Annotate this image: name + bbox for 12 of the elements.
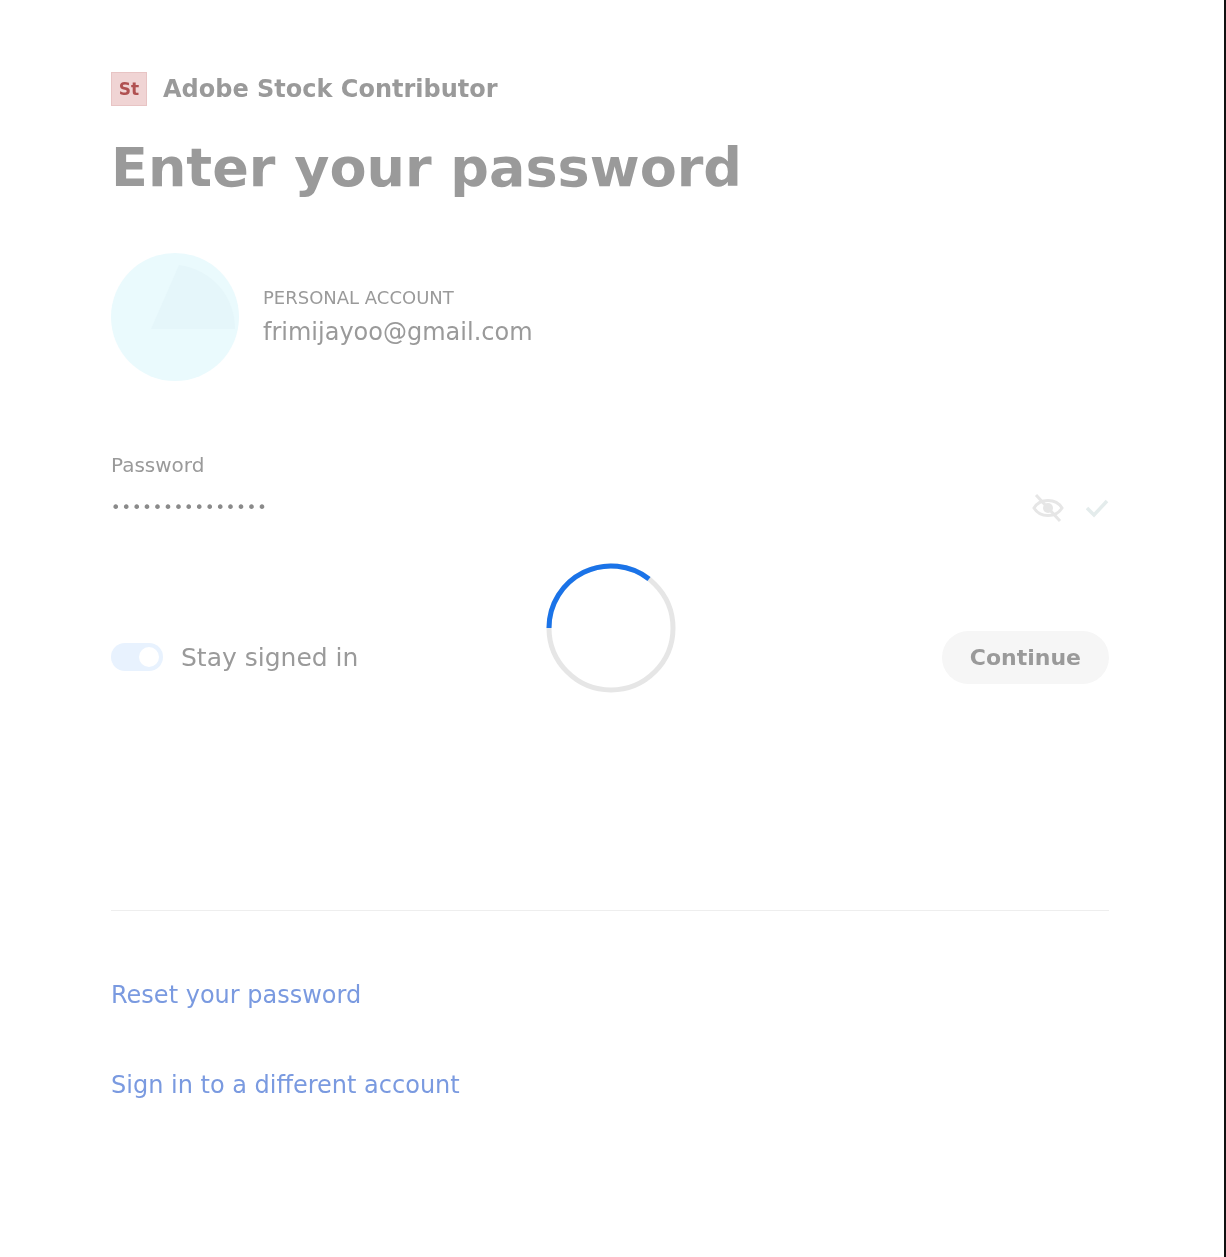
toggle-label: Stay signed in (181, 642, 359, 672)
link[interactable]: Reset your password (111, 980, 362, 1009)
continue-button[interactable]: Continue (941, 630, 1109, 684)
app-logo: St (111, 72, 147, 106)
app-name: Adobe Stock Contributor (163, 75, 498, 103)
account-type: PERSONAL ACCOUNT (263, 287, 455, 309)
password-label: Password (111, 452, 206, 477)
eye-slash-icon[interactable] (1031, 492, 1065, 523)
password-field[interactable]: ••••••••••••••• (111, 498, 1011, 518)
link[interactable]: Sign in to a different account (111, 1070, 460, 1099)
account-email: frimijayoo@gmail.com (263, 318, 533, 347)
page-heading: Enter your password (111, 136, 744, 201)
